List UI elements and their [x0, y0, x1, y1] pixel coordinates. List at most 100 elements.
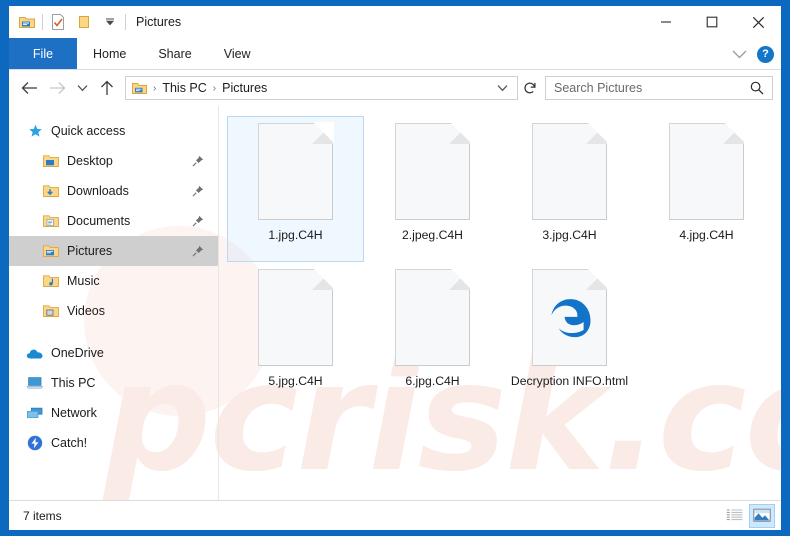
sidebar-item-network[interactable]: Network — [9, 398, 218, 428]
sidebar-item-downloads[interactable]: Downloads — [9, 176, 218, 206]
file-item[interactable]: 3.jpg.C4H — [501, 116, 638, 262]
pin-icon[interactable] — [192, 185, 204, 197]
sidebar-label-videos: Videos — [67, 304, 105, 318]
file-item[interactable]: 5.jpg.C4H — [227, 262, 364, 408]
up-button[interactable] — [93, 74, 121, 102]
file-item[interactable]: 1.jpg.C4H — [227, 116, 364, 262]
sidebar-item-this-pc[interactable]: This PC — [9, 368, 218, 398]
blank-file-icon — [258, 268, 334, 366]
forward-button[interactable] — [43, 74, 71, 102]
search-icon[interactable] — [750, 81, 768, 95]
ribbon-tab-bar: File Home Share View ? — [9, 38, 781, 70]
help-icon[interactable]: ? — [757, 45, 774, 63]
large-icons-view-button[interactable] — [749, 503, 775, 528]
recent-locations-button[interactable] — [71, 74, 93, 102]
file-name-label: 5.jpg.C4H — [268, 374, 323, 388]
close-button[interactable] — [735, 6, 781, 38]
file-item[interactable]: 2.jpeg.C4H — [364, 116, 501, 262]
music-folder-icon — [41, 274, 61, 288]
sidebar-label-desktop: Desktop — [67, 154, 113, 168]
tab-share[interactable]: Share — [142, 38, 207, 69]
file-name-label: 1.jpg.C4H — [268, 228, 323, 242]
file-item[interactable]: 6.jpg.C4H — [364, 262, 501, 408]
sidebar-label-network: Network — [51, 406, 97, 420]
blank-file-icon — [395, 122, 471, 220]
blank-file-icon — [258, 122, 334, 220]
qat-divider-2 — [125, 14, 126, 30]
file-name-label: 2.jpeg.C4H — [402, 228, 463, 242]
window-title: Pictures — [136, 15, 182, 29]
address-chevron-down-icon[interactable] — [493, 84, 515, 92]
pin-icon[interactable] — [192, 245, 204, 257]
sidebar-item-pictures[interactable]: Pictures — [9, 236, 218, 266]
blank-file-icon — [395, 268, 471, 366]
customize-chevron-icon[interactable] — [97, 10, 123, 34]
details-view-button[interactable] — [721, 504, 747, 528]
blank-file-icon — [669, 122, 745, 220]
address-bar[interactable]: › This PC › Pictures — [125, 76, 518, 100]
breadcrumb-separator-1: › — [153, 82, 157, 94]
videos-folder-icon — [41, 304, 61, 318]
sidebar-label-catch: Catch! — [51, 436, 88, 450]
pin-icon[interactable] — [192, 215, 204, 227]
refresh-icon[interactable] — [518, 77, 542, 99]
onedrive-cloud-icon — [25, 347, 45, 360]
star-pin-icon — [25, 124, 45, 139]
sidebar-label-downloads: Downloads — [67, 184, 129, 198]
file-name-label: Decryption INFO.html — [510, 374, 629, 388]
sidebar-item-onedrive[interactable]: OneDrive — [9, 338, 218, 368]
window-controls — [643, 6, 781, 38]
folder-properties-icon[interactable] — [14, 10, 40, 34]
search-box[interactable] — [545, 76, 773, 100]
pictures-folder-icon — [41, 244, 61, 258]
navigation-bar: › This PC › Pictures — [9, 70, 781, 106]
sidebar-label-music: Music — [67, 274, 100, 288]
file-item[interactable]: 4.jpg.C4H — [638, 116, 775, 262]
search-input[interactable] — [554, 81, 750, 95]
sidebar-gap-1 — [9, 326, 218, 338]
file-explorer-window: Pictures File Home Share View ? › This P… — [9, 6, 781, 530]
blank-file-icon — [532, 122, 608, 220]
navigation-pane: Quick access Desktop Downloads Documents… — [9, 106, 218, 500]
new-folder-icon[interactable] — [71, 10, 97, 34]
sidebar-item-catch[interactable]: Catch! — [9, 428, 218, 458]
file-name-label: 3.jpg.C4H — [542, 228, 597, 242]
tab-view[interactable]: View — [208, 38, 267, 69]
sidebar-label-documents: Documents — [67, 214, 131, 228]
file-item[interactable]: Decryption INFO.html — [501, 262, 638, 408]
maximize-button[interactable] — [689, 6, 735, 38]
file-name-label: 6.jpg.C4H — [405, 374, 460, 388]
sidebar-item-documents[interactable]: Documents — [9, 206, 218, 236]
sidebar-group-quick-access[interactable]: Quick access — [9, 116, 218, 146]
edge-browser-icon — [532, 268, 608, 366]
properties-icon[interactable] — [45, 10, 71, 34]
desktop-folder-icon — [41, 154, 61, 168]
tab-home[interactable]: Home — [77, 38, 142, 69]
sidebar-label-pictures: Pictures — [67, 244, 113, 258]
back-button[interactable] — [15, 74, 43, 102]
this-pc-icon — [25, 376, 45, 390]
minimize-button[interactable] — [643, 6, 689, 38]
sidebar-label-this-pc: This PC — [51, 376, 96, 390]
status-bar: 7 items — [9, 500, 781, 530]
sidebar-item-music[interactable]: Music — [9, 266, 218, 296]
breadcrumb-pictures[interactable]: Pictures — [219, 81, 270, 95]
ribbon-right-controls: ? — [732, 38, 777, 70]
chevron-down-icon[interactable] — [732, 50, 747, 59]
pin-icon[interactable] — [192, 155, 204, 167]
network-icon — [25, 406, 45, 420]
catch-bolt-icon — [25, 435, 45, 451]
file-list-pane[interactable]: 1.jpg.C4H 2.jpeg.C4H 3.jpg.C4H 4.jpg.C4H — [219, 106, 781, 500]
title-bar: Pictures — [9, 6, 781, 38]
quick-access-toolbar — [9, 10, 128, 34]
sidebar-item-videos[interactable]: Videos — [9, 296, 218, 326]
breadcrumb-this-pc[interactable]: This PC — [159, 81, 209, 95]
sidebar-label-quick-access: Quick access — [51, 124, 126, 138]
documents-folder-icon — [41, 214, 61, 228]
sidebar-item-desktop[interactable]: Desktop — [9, 146, 218, 176]
tab-file[interactable]: File — [9, 38, 77, 69]
qat-divider-1 — [42, 14, 43, 30]
address-folder-icon — [130, 82, 150, 95]
item-count-label: 7 items — [23, 508, 62, 523]
sidebar-label-onedrive: OneDrive — [51, 346, 104, 360]
